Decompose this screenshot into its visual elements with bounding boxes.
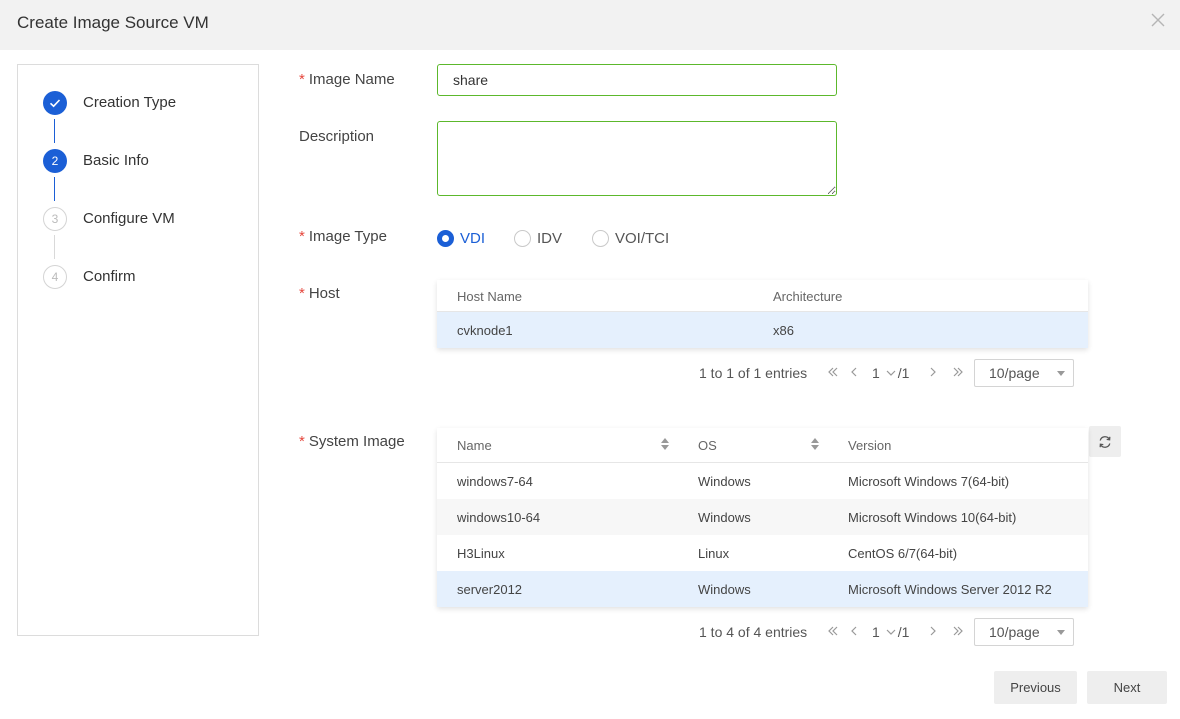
current-page: 1 xyxy=(872,365,880,381)
column-header-os: OS xyxy=(698,438,717,453)
current-page: 1 xyxy=(872,624,880,640)
cell-architecture: x86 xyxy=(773,323,794,338)
create-image-source-vm-dialog: Create Image Source VM Creation Type 2 B… xyxy=(0,0,1180,719)
last-page-icon[interactable] xyxy=(951,365,965,382)
table-row[interactable]: windows7-64 Windows Microsoft Windows 7(… xyxy=(437,463,1088,499)
step-number: 2 xyxy=(43,149,67,173)
step-label: Configure VM xyxy=(83,210,175,227)
radio-unchecked-icon xyxy=(514,229,531,247)
image-type-label-text: Image Type xyxy=(308,228,387,245)
radio-vdi[interactable]: VDI xyxy=(437,228,485,248)
page-size-value: 10/page xyxy=(989,624,1040,640)
chevron-down-icon xyxy=(886,370,896,376)
description-textarea[interactable] xyxy=(437,121,837,196)
previous-button[interactable]: Previous xyxy=(994,671,1077,704)
table-header: Host Name Architecture xyxy=(437,280,1088,312)
column-header-name: Name xyxy=(457,438,492,453)
dialog-header: Create Image Source VM xyxy=(0,0,1180,50)
prev-page-icon[interactable] xyxy=(849,624,859,641)
step-label: Confirm xyxy=(83,268,136,285)
cell-host-name: cvknode1 xyxy=(457,323,513,338)
system-image-table: Name OS Version windows7-64 Windows Micr… xyxy=(437,428,1088,607)
image-name-label: * Image Name xyxy=(299,71,395,88)
required-mark: * xyxy=(299,228,305,245)
step-connector xyxy=(54,235,55,259)
page-selector[interactable]: 1 /1 xyxy=(872,624,909,640)
page-selector[interactable]: 1 /1 xyxy=(872,365,909,381)
cell-os: Windows xyxy=(698,510,751,525)
first-page-icon[interactable] xyxy=(826,365,840,382)
total-pages: /1 xyxy=(897,624,910,640)
cell-os: Linux xyxy=(698,546,730,561)
table-header: Name OS Version xyxy=(437,428,1088,463)
cell-name: windows10-64 xyxy=(457,510,541,525)
table-row[interactable]: windows10-64 Windows Microsoft Windows 1… xyxy=(437,499,1088,535)
table-row[interactable]: server2012 Windows Microsoft Windows Ser… xyxy=(437,571,1088,607)
table-row[interactable]: H3Linux Linux CentOS 6/7(64-bit) xyxy=(437,535,1088,571)
step-number: 4 xyxy=(43,265,67,289)
sort-icon[interactable] xyxy=(810,437,820,451)
chevron-down-icon xyxy=(1057,371,1065,376)
image-name-label-text: Image Name xyxy=(308,71,395,88)
host-label: * Host xyxy=(299,285,340,302)
total-pages: /1 xyxy=(897,365,910,381)
chevron-down-icon xyxy=(886,629,896,635)
column-header-architecture: Architecture xyxy=(773,289,843,304)
cell-version: CentOS 6/7(64-bit) xyxy=(848,546,958,561)
check-icon xyxy=(43,91,67,115)
step-label: Creation Type xyxy=(83,94,177,111)
cell-name: server2012 xyxy=(457,582,523,597)
pagination-info: 1 to 1 of 1 entries xyxy=(699,365,808,381)
page-size-value: 10/page xyxy=(989,365,1040,381)
close-icon[interactable] xyxy=(1150,12,1166,28)
required-mark: * xyxy=(299,285,305,302)
cell-version: Microsoft Windows Server 2012 R2 xyxy=(848,582,1052,597)
image-type-label: * Image Type xyxy=(299,228,387,245)
wizard-steps: Creation Type 2 Basic Info 3 Configure V… xyxy=(17,64,259,636)
cell-name: windows7-64 xyxy=(457,474,533,489)
radio-voi-tci[interactable]: VOI/TCI xyxy=(592,228,669,248)
page-size-select[interactable]: 10/page xyxy=(974,359,1074,387)
description-label: Description xyxy=(299,128,375,145)
cell-version: Microsoft Windows 10(64-bit) xyxy=(848,510,1017,525)
cell-os: Windows xyxy=(698,582,751,597)
chevron-down-icon xyxy=(1057,630,1065,635)
dialog-title: Create Image Source VM xyxy=(17,13,209,32)
cell-os: Windows xyxy=(698,474,751,489)
last-page-icon[interactable] xyxy=(951,624,965,641)
system-image-pagination: 1 to 4 of 4 entries 1 /1 10/page xyxy=(699,618,1079,646)
system-image-label: * System Image xyxy=(299,433,405,450)
step-label: Basic Info xyxy=(83,152,149,169)
radio-label: VOI/TCI xyxy=(615,229,670,247)
radio-idv[interactable]: IDV xyxy=(514,228,562,248)
next-page-icon[interactable] xyxy=(928,624,938,641)
image-name-input[interactable] xyxy=(437,64,837,96)
host-label-text: Host xyxy=(308,285,340,302)
cell-version: Microsoft Windows 7(64-bit) xyxy=(848,474,1010,489)
column-header-version: Version xyxy=(848,438,892,453)
host-pagination: 1 to 1 of 1 entries 1 /1 10/page xyxy=(699,359,1079,387)
table-row[interactable]: cvknode1 x86 xyxy=(437,312,1088,348)
step-number: 3 xyxy=(43,207,67,231)
sort-icon[interactable] xyxy=(660,437,670,451)
required-mark: * xyxy=(299,71,305,88)
column-header-host-name: Host Name xyxy=(457,289,523,304)
next-button[interactable]: Next xyxy=(1087,671,1167,704)
required-mark: * xyxy=(299,433,305,450)
radio-checked-icon xyxy=(437,229,454,247)
step-connector xyxy=(54,119,55,143)
first-page-icon[interactable] xyxy=(826,624,840,641)
radio-label: IDV xyxy=(537,229,563,247)
refresh-icon[interactable] xyxy=(1089,426,1121,457)
cell-name: H3Linux xyxy=(457,546,505,561)
page-size-select[interactable]: 10/page xyxy=(974,618,1074,646)
next-page-icon[interactable] xyxy=(928,365,938,382)
pagination-info: 1 to 4 of 4 entries xyxy=(699,624,808,640)
step-connector xyxy=(54,177,55,201)
radio-unchecked-icon xyxy=(592,229,609,247)
system-image-label-text: System Image xyxy=(308,433,405,450)
radio-label: VDI xyxy=(460,229,486,247)
prev-page-icon[interactable] xyxy=(849,365,859,382)
host-table: Host Name Architecture cvknode1 x86 xyxy=(437,280,1088,348)
